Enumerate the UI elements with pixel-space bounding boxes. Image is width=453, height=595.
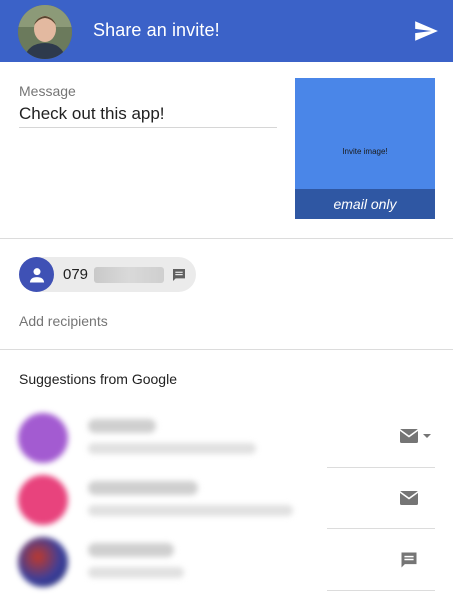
sms-icon[interactable] <box>399 550 419 575</box>
recipient-chip[interactable]: 079 <box>19 257 196 292</box>
user-photo-icon <box>18 5 72 59</box>
message-label: Message <box>19 83 76 99</box>
invite-image-card[interactable]: Invite image! email only <box>295 78 435 219</box>
suggestion-item[interactable] <box>0 405 453 467</box>
avatar <box>18 537 68 587</box>
contact-name-redacted <box>88 419 156 433</box>
message-input[interactable]: Check out this app! <box>19 103 277 128</box>
contact-email-redacted <box>88 567 184 578</box>
sms-icon <box>171 267 187 283</box>
person-icon <box>19 257 54 292</box>
suggestion-item[interactable] <box>0 467 453 529</box>
send-button[interactable] <box>413 18 439 44</box>
send-icon <box>415 21 438 41</box>
contact-email-redacted <box>88 505 293 516</box>
contact-email-redacted <box>88 443 256 454</box>
suggestion-item[interactable] <box>0 529 453 591</box>
app-bar: Share an invite! <box>0 0 453 62</box>
user-avatar[interactable] <box>18 5 72 59</box>
redacted-number <box>94 266 165 283</box>
email-dropdown-icon[interactable] <box>399 426 433 453</box>
divider <box>0 238 453 239</box>
email-icon[interactable] <box>399 488 419 513</box>
contact-name-redacted <box>88 543 174 557</box>
invite-image-label: Invite image! <box>342 147 388 156</box>
recipient-number: 079 <box>63 266 89 283</box>
divider <box>327 590 435 591</box>
contact-name-redacted <box>88 481 198 495</box>
suggestions-heading: Suggestions from Google <box>19 371 177 387</box>
add-recipients-input[interactable]: Add recipients <box>19 313 108 329</box>
page-title: Share an invite! <box>93 20 220 40</box>
invite-image-caption: email only <box>295 189 435 219</box>
message-section: Message Check out this app! Invite image… <box>0 62 453 238</box>
divider <box>0 349 453 350</box>
avatar <box>18 475 68 525</box>
avatar <box>18 413 68 463</box>
